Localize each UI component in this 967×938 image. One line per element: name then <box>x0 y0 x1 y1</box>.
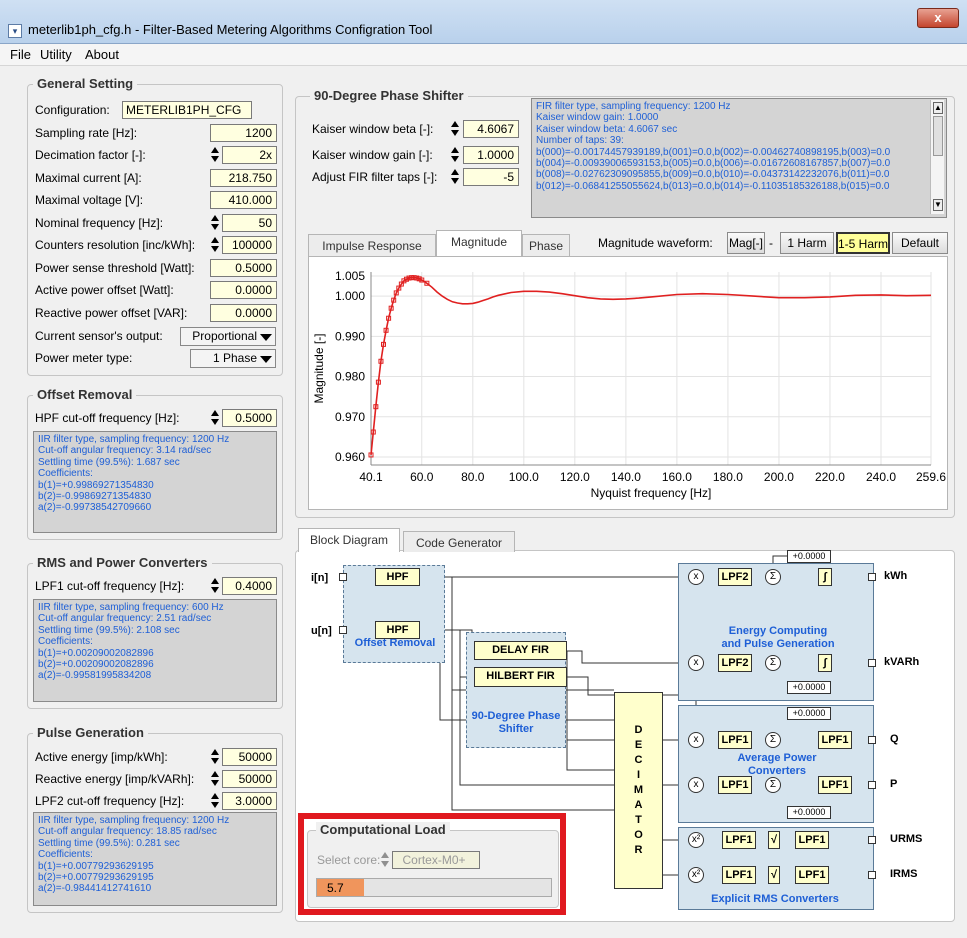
hpf-block-u: HPF <box>375 621 420 639</box>
lpf1a-p: LPF1 <box>718 776 752 794</box>
mult-p: x <box>688 777 704 793</box>
lpf2-kwh: LPF2 <box>718 568 752 586</box>
rms-zone-title: Explicit RMS Converters <box>711 893 839 905</box>
lpf1a-irms: LPF1 <box>722 866 756 884</box>
sqrt-irms: √ <box>768 866 780 884</box>
decimator-letter: O <box>634 829 643 841</box>
hpf-block-i: HPF <box>375 568 420 586</box>
square-irms: x² <box>688 867 704 883</box>
output-kvarh: kVARh <box>884 656 920 668</box>
offset-kwh: +0.0000 <box>787 550 831 563</box>
decimator-block: DECIMATOR <box>614 692 663 889</box>
computational-load-title: Computational Load <box>316 822 450 837</box>
decimator-letter: I <box>636 769 641 781</box>
sqrt-urms: √ <box>768 831 780 849</box>
select-core-label: Select core: <box>317 853 381 867</box>
delay-fir-block: DELAY FIR <box>474 641 567 660</box>
sum-kwh: Σ <box>765 569 781 585</box>
lpf1b-q: LPF1 <box>818 731 852 749</box>
energy-zone-title: Energy Computing and Pulse Generation <box>721 625 835 650</box>
sum-kvarh: Σ <box>765 655 781 671</box>
lpf1b-urms: LPF1 <box>795 831 829 849</box>
avg-power-zone-title: Average Power Converters <box>737 752 817 777</box>
integrator-kvarh: ∫ <box>818 654 832 672</box>
lpf1b-p: LPF1 <box>818 776 852 794</box>
output-urms: URMS <box>890 833 923 845</box>
input-u-port <box>339 626 347 634</box>
output-port-1 <box>868 659 876 667</box>
sum-p: Σ <box>765 777 781 793</box>
lpf2-kvarh: LPF2 <box>718 654 752 672</box>
decimator-letter: E <box>634 739 643 751</box>
sum-q: Σ <box>765 732 781 748</box>
decimator-letter: D <box>634 724 643 736</box>
load-progress-bar: 5.7 <box>316 878 552 897</box>
offset-p: +0.0000 <box>787 806 831 819</box>
input-u: u[n] <box>311 625 332 637</box>
square-urms: x² <box>688 832 704 848</box>
core-spinner[interactable] <box>380 851 389 869</box>
decimator-letter: R <box>634 844 643 856</box>
output-port-5 <box>868 871 876 879</box>
mult-q: x <box>688 732 704 748</box>
output-port-2 <box>868 736 876 744</box>
input-i: i[n] <box>311 572 329 584</box>
output-port-4 <box>868 836 876 844</box>
decimator-letter: T <box>635 814 642 826</box>
output-kwh: kWh <box>884 570 908 582</box>
core-field[interactable]: Cortex-M0+ <box>392 851 480 869</box>
mult-kwh: x <box>688 569 704 585</box>
integrator-kwh: ∫ <box>818 568 832 586</box>
load-value: 5.7 <box>327 881 344 895</box>
offset-kvarh: +0.0000 <box>787 681 831 694</box>
output-port-0 <box>868 573 876 581</box>
phase-shifter-zone-title: 90-Degree Phase Shifter <box>471 710 561 735</box>
output-p: P <box>890 778 898 790</box>
lpf1b-irms: LPF1 <box>795 866 829 884</box>
input-i-port <box>339 573 347 581</box>
output-q: Q <box>890 733 899 745</box>
lpf1a-urms: LPF1 <box>722 831 756 849</box>
mult-kvarh: x <box>688 655 704 671</box>
lpf1a-q: LPF1 <box>718 731 752 749</box>
offset-q: +0.0000 <box>787 707 831 720</box>
decimator-letter: A <box>634 799 643 811</box>
output-port-3 <box>868 781 876 789</box>
output-irms: IRMS <box>890 868 918 880</box>
decimator-letter: M <box>633 784 644 796</box>
hilbert-fir-block: HILBERT FIR <box>474 667 567 687</box>
decimator-letter: C <box>634 754 643 766</box>
